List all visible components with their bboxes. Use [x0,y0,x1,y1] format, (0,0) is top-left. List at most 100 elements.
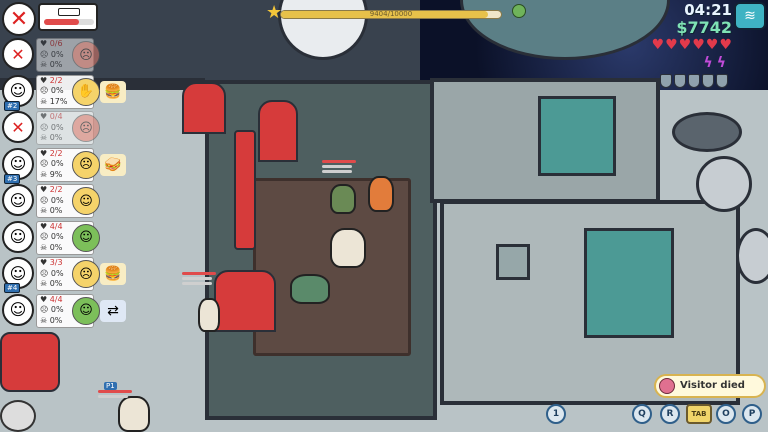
heart-icon: ♥ [705,37,719,53]
cross-out-icon[interactable]: ✕ [2,2,36,36]
dead-crew-icon[interactable]: ✕ [2,38,34,70]
crew-row[interactable]: ☺ ♥ 4/4 ☹ 0% ☠ 0% ☺ ⇄ [2,293,130,328]
crew-row[interactable]: ☺ ♥ 2/2 ☹ 0% ☠ 0% ☺ [2,184,130,218]
unit-status-bars [322,160,356,175]
game-viewport[interactable]: P1 ✕ 9404/10000 ★ 04:21 $7742 ≋ ♥ ♥ ♥ ♥ ♥ ♥ ϟ… [0,0,768,432]
crew-id: #3 [4,173,21,184]
tape-icon [58,8,80,16]
crew-stat3: 0% [49,279,63,288]
ship-logo-icon[interactable]: ≋ [734,2,766,30]
unit-status-bars [98,390,132,400]
crew-stat3: 9% [49,169,63,179]
sandwich-icon: 🥪 [100,153,126,176]
sick-face-icon: ☹ [72,150,100,179]
burger-icon: 🍔 [100,80,126,103]
crew-row[interactable]: ☺ #2 ♥ 2/2 ☹ 0% ☠ 17% ✋ 🍔 [2,74,130,111]
status-card [38,3,98,31]
storage-tank[interactable] [584,228,674,338]
player-avatar [0,400,36,432]
crew-stat2: 0% [50,232,64,241]
event-notification[interactable]: Visitor died [654,374,766,398]
heart-icon: ♥ [678,37,692,53]
crew-hp: 4/4 [49,294,63,304]
crew-portrait[interactable]: ☺ [2,184,34,216]
corner-door[interactable] [0,332,60,392]
star-icon: ★ [266,2,283,23]
burger-icon: 🍔 [100,263,126,285]
crew-stat2: 0% [50,195,64,205]
green-face-icon: ☺ [72,223,100,252]
goal-progress: 9404/10000 ★ [266,2,502,23]
happy-face-icon: ☺ [72,187,100,215]
crew-row[interactable]: ✕ ♥ 0/6 ☹ 0% ☠ 0% ☹ [2,38,130,72]
heart-icon: ♥ [651,37,665,53]
floor-crate[interactable] [496,244,530,280]
crew-stat2: 0% [50,49,64,59]
heart-icon: ♥ [692,37,705,53]
alien-face-icon [512,4,526,18]
crew-stat2: 0% [50,122,64,132]
crew-hp: 2/2 [49,185,63,194]
crew-stat3: 0% [49,60,63,69]
hotkey-o[interactable]: O [716,404,736,424]
hatch [672,112,742,152]
progress-track: 9404/10000 [280,10,502,19]
hotkey-q[interactable]: Q [632,404,652,424]
player-character[interactable] [368,176,394,212]
energy-meter: ϟϟ [704,56,727,70]
crew-hp: 0/6 [49,39,63,48]
green-face-icon: ☺ [72,296,100,325]
angry-face-icon: ☹ [72,114,100,142]
bolt-icon: ϟ [716,55,726,71]
notification-text: Visitor died [680,380,745,391]
hotkey-1[interactable]: 1 [546,404,566,424]
exterior-vent [696,156,752,212]
crew-id: #2 [4,100,21,111]
crew-stat2: 0% [50,305,64,314]
progress-text: 9404/10000 [369,10,413,18]
bolt-icon: ϟ [703,55,713,71]
crew-stat3: 0% [49,206,63,215]
airlock-door[interactable] [182,82,226,134]
crew-member[interactable] [118,396,150,432]
crew-stat3: 0% [49,242,63,252]
crew-member[interactable] [198,298,220,332]
heart-icon: ♥ [665,37,678,53]
hotkey-p[interactable]: P [742,404,762,424]
crew-stat3: 0% [49,315,63,325]
fallen-visitor[interactable] [290,274,330,304]
unit-status-bars [182,272,216,287]
crew-row[interactable]: ✕ ♥ 0/4 ☹ 0% ☠ 0% ☹ [2,111,130,145]
crew-portrait[interactable]: ☺ [2,220,34,253]
shield-icon [702,74,714,88]
crew-stat2: 0% [50,86,64,95]
shower-stall[interactable] [538,96,616,176]
shield-icon [716,74,728,88]
crew-row[interactable]: ☺ ♥ 4/4 ☹ 0% ☠ 0% ☺ [2,220,130,255]
angry-face-icon: ☹ [72,41,100,69]
crew-id: #4 [4,283,21,293]
shield-icon [674,74,686,88]
crew-stat2: 0% [50,268,64,278]
player-label: P1 [104,382,117,390]
exterior-vent [736,228,768,284]
crew-portrait[interactable]: ☺ [2,293,34,326]
skull-icon [659,378,675,394]
vending-machine[interactable] [258,100,298,162]
lives-hearts: ♥ ♥ ♥ ♥ ♥ ♥ [652,38,732,52]
hull-bar [44,19,94,25]
visitor-body[interactable] [330,228,366,268]
side-door[interactable] [234,130,256,250]
hotkey-r[interactable]: R [660,404,680,424]
alien-visitor[interactable] [330,184,356,214]
dead-crew-icon[interactable]: ✕ [2,111,34,143]
crew-stat3: 0% [49,133,63,142]
crew-hp: 2/2 [49,148,63,158]
crew-hp: 3/3 [49,258,63,267]
crew-hp: 4/4 [49,221,63,231]
crew-row[interactable]: ☺ #4 ♥ 3/3 ☹ 0% ☠ 0% ☹ 🍔 [2,257,130,293]
crew-row[interactable]: ☺ #3 ♥ 2/2 ☹ 0% ☠ 9% ☹ 🥪 [2,147,130,184]
hotkey-tab[interactable]: TAB [686,404,712,424]
shield-icon [688,74,700,88]
room-door[interactable] [214,270,276,332]
